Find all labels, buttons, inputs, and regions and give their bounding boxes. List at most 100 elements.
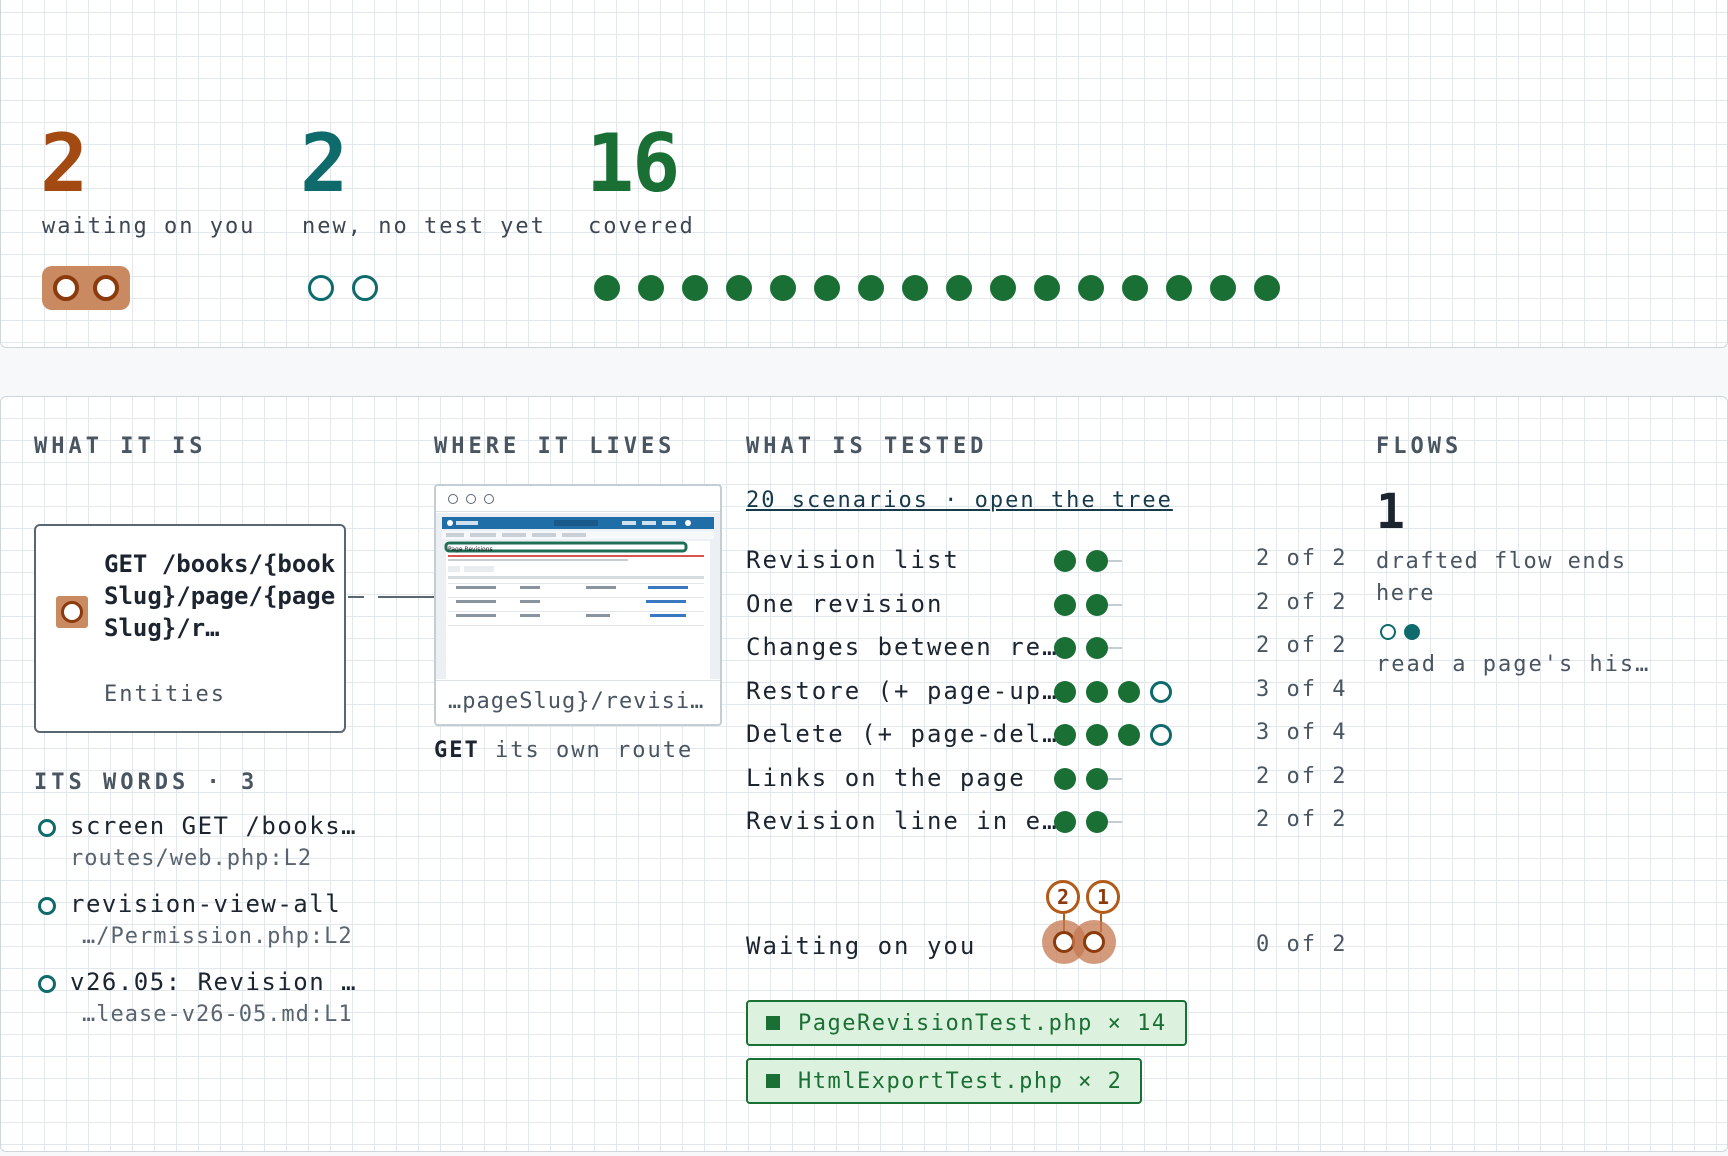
open-tree-link[interactable]: 20 scenarios · open the tree [746,488,1173,513]
words-heading: ITS WORDS · 3 [34,770,259,795]
dots-tail [1108,647,1122,649]
waiting-row[interactable]: 2 1 Waiting on you 0 of 2 [746,880,1346,980]
scenario-row[interactable]: Restore (+ page-up… 3 of 4 [746,673,1346,713]
scenario-row[interactable]: Delete (+ page-del… 3 of 4 [746,716,1346,756]
word-text: v26.05: Revision … [70,968,358,996]
entity-route: GET /books/{bookSlug}/page/{pageSlug}/r… [104,550,336,642]
route-caption: …pageSlug}/revisi… [436,680,720,724]
passed-dot[interactable] [1086,637,1108,659]
flow-progress[interactable] [1380,624,1420,640]
dots-tail [1108,560,1122,562]
new-dot[interactable] [308,275,334,301]
passed-dot[interactable] [1054,593,1076,616]
covered-dot[interactable] [1122,275,1148,301]
scenario-row[interactable]: Links on the page 2 of 2 [746,760,1346,800]
word-ring-icon [38,819,56,837]
scenario-dots [1054,548,1122,574]
heading-what-it-is: WHAT IT IS [34,434,207,459]
route-screenshot[interactable]: Page Revisions …pageSlug}/revisi… [434,484,722,726]
passed-dot[interactable] [1054,811,1076,833]
passed-dot[interactable] [1054,637,1076,659]
waiting-marker-icon [56,596,88,628]
passed-dot[interactable] [1054,724,1076,746]
scenario-count: 2 of 2 [1256,546,1348,571]
passed-dot[interactable] [1054,767,1076,790]
passed-dot[interactable] [1118,680,1140,703]
dots-tail [1108,821,1122,823]
waiting-pill[interactable] [42,266,130,310]
scenario-dots [1054,592,1122,618]
waiting-tag[interactable]: 1 [1086,880,1120,914]
scenario-dots [1054,635,1122,661]
word-source[interactable]: …lease-v26-05.md:L1 [82,1002,353,1027]
scenario-name: Revision list [746,546,960,574]
route-method: GET [434,738,480,763]
scenario-name: Delete (+ page-del… [746,720,1059,748]
scenario-dots [1054,766,1122,792]
covered-dot[interactable] [946,275,972,301]
flow-step-label[interactable]: read a page's his… [1376,652,1650,677]
passed-dot[interactable] [1054,680,1076,703]
dots-tail [1108,603,1122,606]
own-route-text: its own route [495,738,694,763]
pending-dot[interactable] [1150,680,1172,703]
passed-dot[interactable] [1086,724,1108,746]
waiting-label: Waiting on you [746,932,977,960]
word-source[interactable]: routes/web.php:L2 [70,846,312,871]
scenario-name: Revision line in e… [746,807,1059,835]
waiting-tag[interactable]: 2 [1046,880,1080,914]
covered-dot[interactable] [990,275,1016,301]
passed-dot[interactable] [1086,811,1108,833]
test-file-chip[interactable]: HtmlExportTest.php × 2 [746,1058,1143,1104]
heading-what-is-tested: WHAT IS TESTED [746,434,988,459]
stat-covered-label: covered [588,214,695,239]
flow-step-open [1380,624,1396,640]
scenario-row[interactable]: Changes between re… 2 of 2 [746,629,1346,669]
scenario-dots [1054,722,1182,748]
scenario-count: 2 of 2 [1256,807,1348,832]
word-text: screen GET /books… [70,812,358,840]
waiting-bubble[interactable] [1072,920,1116,964]
covered-dot[interactable] [858,275,884,301]
passed-dot[interactable] [1086,680,1108,703]
scenario-count: 2 of 2 [1256,763,1348,789]
passed-dot[interactable] [1086,550,1108,572]
covered-dot[interactable] [594,275,620,301]
pending-dot[interactable] [1150,724,1172,746]
stat-covered-value: 16 [586,117,680,210]
passed-dot[interactable] [1054,550,1076,572]
stat-covered: 16 covered [586,117,1280,301]
covered-dot[interactable] [726,275,752,301]
connector-line [348,596,436,598]
covered-dot[interactable] [770,275,796,301]
word-source[interactable]: …/Permission.php:L2 [82,924,353,949]
entity-card[interactable]: GET /books/{bookSlug}/page/{pageSlug}/r…… [34,524,346,733]
waiting-count: 0 of 2 [1256,932,1348,957]
heading-where-it-lives: WHERE IT LIVES [434,434,676,459]
covered-dot[interactable] [638,275,664,301]
covered-dot[interactable] [1166,275,1192,301]
stat-new-value: 2 [300,117,348,210]
covered-dot[interactable] [1210,275,1236,301]
covered-dot[interactable] [1254,275,1280,301]
covered-dot[interactable] [682,275,708,301]
stat-new-label: new, no test yet [302,214,546,239]
own-route-note: GET its own route [434,738,693,763]
passed-dot[interactable] [1086,593,1108,616]
covered-dot[interactable] [902,275,928,301]
covered-dot[interactable] [1078,275,1104,301]
scenario-row[interactable]: One revision 2 of 2 [746,586,1346,626]
window-chrome [436,486,720,512]
stat-waiting: 2 waiting on you [40,124,253,310]
heading-flows: FLOWS [1376,434,1463,459]
scenario-row[interactable]: Revision line in e… 2 of 2 [746,803,1346,843]
new-dot[interactable] [352,275,378,301]
covered-dot[interactable] [814,275,840,301]
word-ring-icon [38,897,56,915]
passed-dot[interactable] [1086,767,1108,790]
covered-dot[interactable] [1034,275,1060,301]
passed-dot[interactable] [1118,724,1140,746]
scenario-row[interactable]: Revision list 2 of 2 [746,542,1346,582]
mini-title: Page Revisions [448,546,493,553]
test-file-chip[interactable]: PageRevisionTest.php × 14 [746,1000,1187,1046]
